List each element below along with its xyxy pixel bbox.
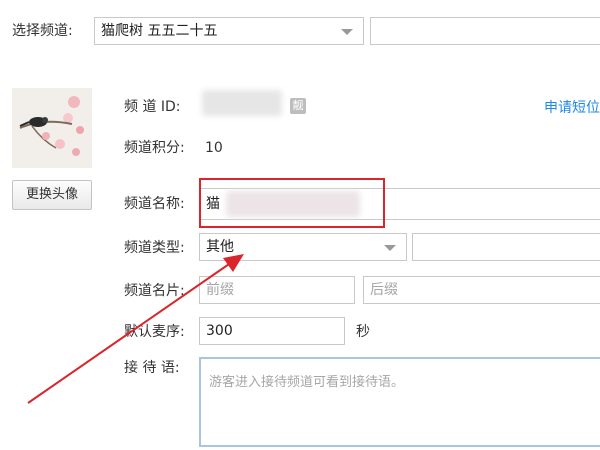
annotation-arrow — [27, 254, 244, 404]
annotation-arrow-line — [27, 261, 233, 404]
annotation-arrow-head — [223, 254, 244, 272]
